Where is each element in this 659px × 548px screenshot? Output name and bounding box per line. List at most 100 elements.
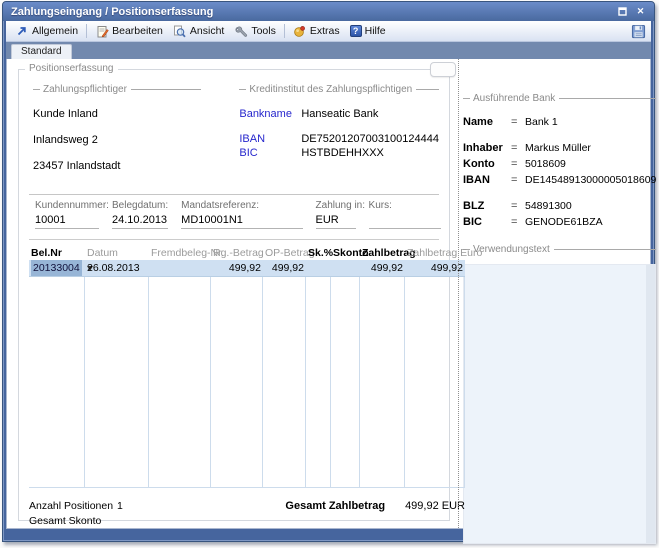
bank-bic-row: BIC = GENODE61BZA [463,216,656,228]
cell-skonto[interactable] [331,260,360,276]
cell-belnr[interactable]: 20133004 [29,260,85,276]
kurs-input[interactable] [369,214,441,229]
credit-group-head: Kreditinstitut des Zahlungspflichtigen [239,84,439,95]
column-header-zahlbetrag-euro: Zahlbetrag Euro [405,246,465,260]
column-header-datum: Datum [85,246,149,260]
kundennummer-input[interactable]: 10001 [35,214,99,229]
verwendungstext-head: Verwendungstext [463,244,656,255]
menu-allgemein[interactable]: Allgemein [10,23,83,39]
group-rule [416,89,439,90]
equals-sign: = [511,116,525,128]
cell-zahlbetrag[interactable]: 499,92 [360,260,405,276]
group-rule [33,89,40,90]
bank-name-row: Name = Bank 1 [463,116,656,128]
gesamt-skonto-row: Gesamt Skonto [29,515,123,527]
menu-tools[interactable]: Tools [229,23,281,39]
group-rule [554,249,657,250]
save-button[interactable] [629,22,647,40]
zahlung-in-label: Zahlung in: [316,200,356,211]
column-header-op-betrag: OP-Betrag [263,246,306,260]
belegdatum-label: Belegdatum: [112,200,168,211]
bank-iban-row: IBAN = DE14548913000005018609 [463,174,656,186]
menu-ansicht[interactable]: Ansicht [168,23,229,39]
table-row: 20133004 26.08.2013 499,92 499,92 499,92… [29,260,465,277]
payer-group: Zahlungspflichtiger Kunde Inland Inlands… [33,84,201,172]
cell-sk-prozent[interactable] [306,260,331,276]
menu-label-ansicht: Ansicht [190,25,224,37]
bankname-row: Bankname Hanseatic Bank [239,108,439,120]
belegdatum-field: Belegdatum: 24.10.2013 [112,200,168,229]
table-empty-area [29,277,465,487]
magnifier-icon [173,24,187,38]
equals-sign: = [511,216,525,228]
positionserfassung-group: Positionserfassung Zahlungspflichtiger K… [18,69,450,521]
bank-name-label: Name [463,116,511,128]
menu-separator [86,24,87,38]
column-header-sk-prozent: Sk.% [306,246,331,260]
title-bar: Zahlungseingang / Positionserfassung ✕ [3,2,654,21]
extras-gem-icon [293,24,307,38]
menu-bar: Allgemein Bearbeiten A [6,21,651,42]
equals-sign: = [511,158,525,170]
group-rule [239,89,246,90]
menu-hilfe[interactable]: ? Hilfe [345,24,391,38]
zahlung-in-field: Zahlung in: EUR [316,200,356,229]
edit-note-icon [95,24,109,38]
bank-blz-label: BLZ [463,200,511,212]
tab-standard[interactable]: Standard [11,44,72,59]
menu-bearbeiten[interactable]: Bearbeiten [90,23,168,39]
table-header-row: Bel.Nr Datum Fremdbeleg-Nr. Rg.-Betrag O… [29,246,465,260]
bic-value: HSTBDEHHXXX [301,147,384,159]
cell-op-betrag[interactable]: 499,92 [263,260,306,276]
restore-button[interactable] [615,5,630,18]
panel-collapse-handle[interactable] [430,62,456,77]
close-button[interactable]: ✕ [633,5,648,18]
payer-institute-row: Zahlungspflichtiger Kunde Inland Inlands… [27,84,441,172]
tab-strip: Standard [6,42,651,59]
menu-separator [284,24,285,38]
payer-name: Kunde Inland [33,108,201,120]
menu-label-hilfe: Hilfe [365,25,386,37]
bank-bic-value: GENODE61BZA [525,216,656,228]
group-rule [559,98,656,99]
equals-sign: = [511,174,525,186]
kundennummer-label: Kundennummer: [35,200,99,211]
bankname-label: Bankname [239,108,301,120]
bank-inhaber-value: Markus Müller [525,142,656,154]
bank-konto-label: Konto [463,158,511,170]
cell-fremdbeleg[interactable] [149,260,211,276]
help-icon: ? [350,25,362,37]
menu-label-bearbeiten: Bearbeiten [112,25,163,37]
verwendungstext-area[interactable] [463,264,656,544]
bank-inhaber-row: Inhaber = Markus Müller [463,142,656,154]
bank-blz-row: BLZ = 54891300 [463,200,656,212]
cell-zahlbetrag-euro[interactable]: 499,92 [405,260,465,276]
bic-row: BIC HSTBDEHHXXX [239,147,439,159]
menu-extras[interactable]: Extras [288,23,345,39]
menu-label-tools: Tools [251,25,276,37]
mandatsreferenz-label: Mandatsreferenz: [181,200,302,211]
belegdatum-input[interactable]: 24.10.2013 [112,214,168,229]
mandatsreferenz-field: Mandatsreferenz: MD10001N1 [181,200,302,229]
zahlung-in-input[interactable]: EUR [316,214,356,229]
belnr-value[interactable]: 20133004 [31,260,82,276]
wrench-icon [234,24,248,38]
section-divider [29,239,439,240]
executing-bank-title: Ausführende Bank [473,93,555,104]
anzahl-positionen-value: 1 [117,500,123,512]
bank-blz-value: 54891300 [525,200,656,212]
cell-datum[interactable]: 26.08.2013 [85,260,149,276]
payer-group-title: Zahlungspflichtiger [43,84,127,95]
positions-table: Bel.Nr Datum Fremdbeleg-Nr. Rg.-Betrag O… [29,246,465,487]
cell-rg-betrag[interactable]: 499,92 [211,260,263,276]
totals-section: Anzahl Positionen 1 Gesamt Skonto Gesamt… [29,500,465,530]
group-rule [463,98,470,99]
bank-konto-row: Konto = 5018609 [463,158,656,170]
executing-bank-rows: Name = Bank 1 Inhaber = Markus Müller Ko… [463,116,656,228]
splitter-dotted-line [458,59,459,528]
bankname-value: Hanseatic Bank [301,108,378,120]
kurs-label: Kurs: [369,200,441,211]
anzahl-positionen-row: Anzahl Positionen 1 [29,500,123,512]
bank-konto-value: 5018609 [525,158,656,170]
mandatsreferenz-input[interactable]: MD10001N1 [181,214,302,229]
